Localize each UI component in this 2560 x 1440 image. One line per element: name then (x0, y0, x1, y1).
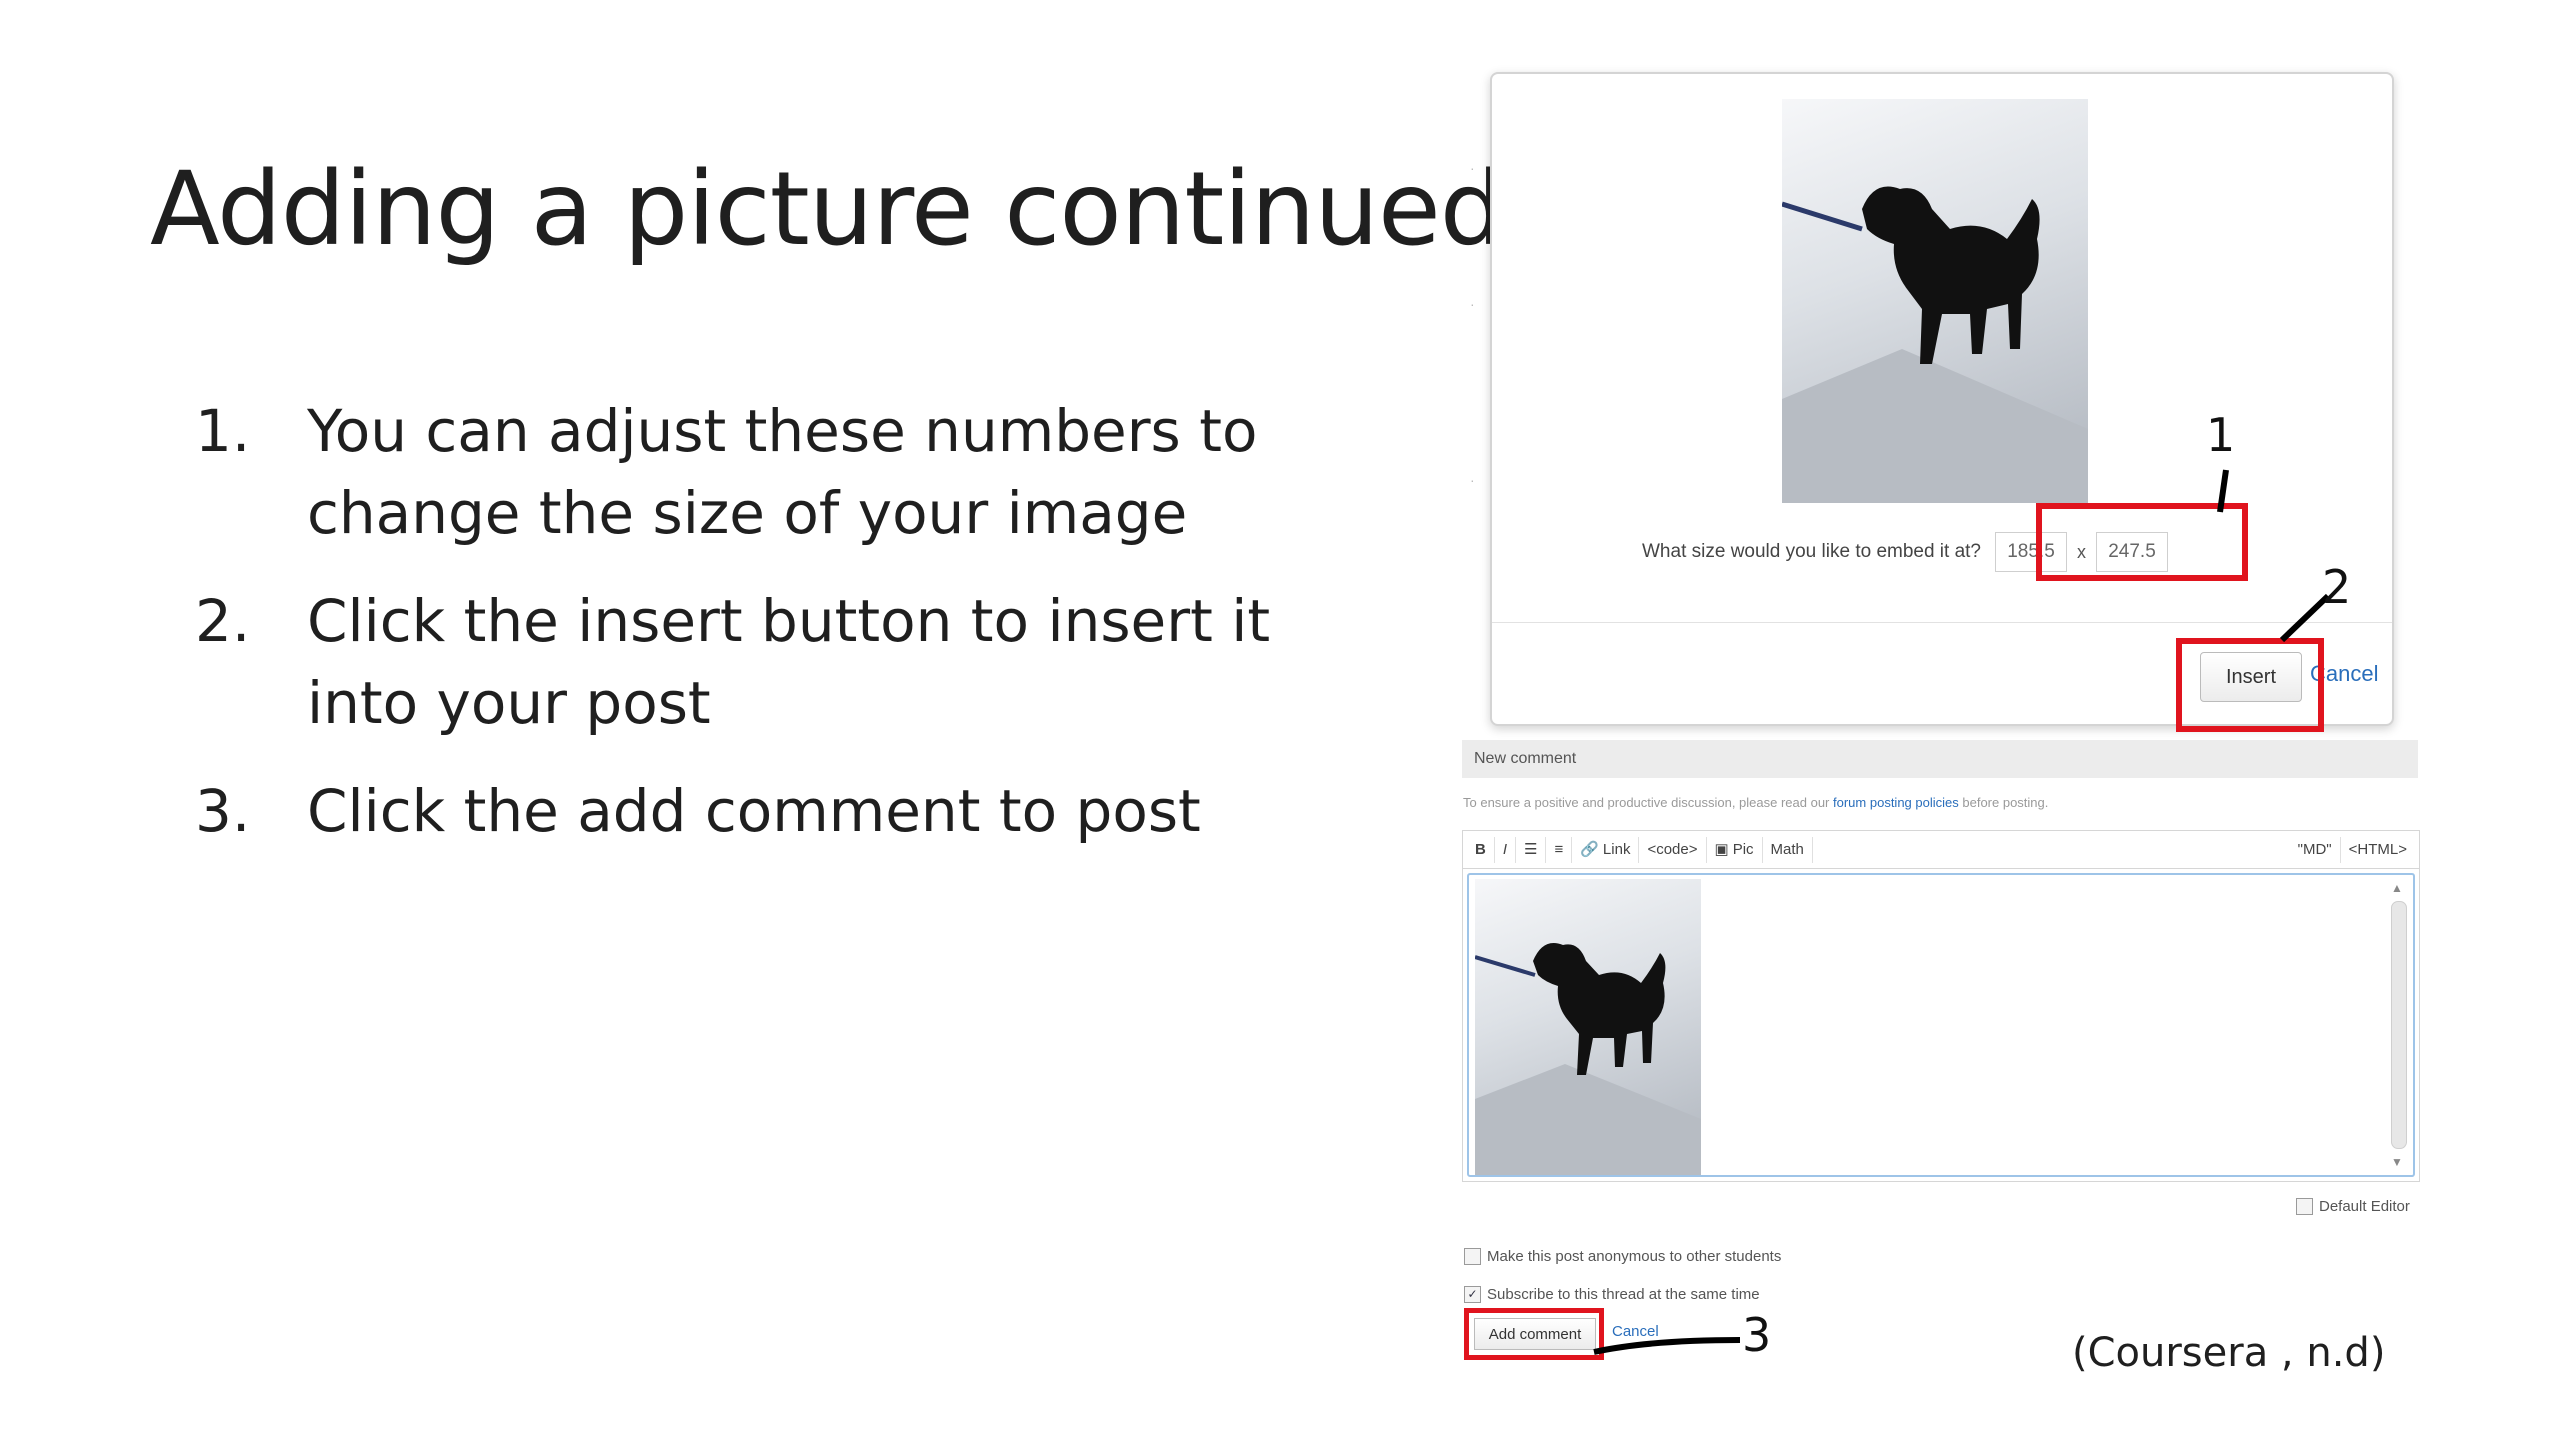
subscribe-label: Subscribe to this thread at the same tim… (1487, 1286, 1760, 1303)
anonymous-option[interactable]: Make this post anonymous to other studen… (1464, 1248, 1781, 1265)
numbered-list-icon[interactable]: ≡ (1546, 836, 1573, 863)
step-number: 2. (195, 587, 251, 655)
italic-button[interactable]: I (1495, 836, 1517, 863)
editor-scrollbar[interactable]: ▲ ▼ (2387, 881, 2409, 1169)
editor-toolbar: B I ☰ ≡ 🔗 Link <code> ▣ Pic Math "MD" <HTM… (1463, 831, 2419, 869)
slide-title: Adding a picture continued (150, 150, 1504, 269)
link-button[interactable]: 🔗 Link (1572, 836, 1640, 863)
callout-number-3: 3 (1742, 1308, 1772, 1362)
posting-policy-note: To ensure a positive and productive disc… (1463, 795, 2048, 810)
dog-silhouette-icon (1475, 943, 1701, 1175)
bold-button[interactable]: B (1467, 836, 1495, 863)
citation: (Coursera , n.d) (2072, 1330, 2386, 1376)
comment-editor: B I ☰ ≡ 🔗 Link <code> ▣ Pic Math "MD" <HTM… (1462, 830, 2420, 1182)
code-button[interactable]: <code> (1639, 836, 1707, 863)
policy-text-after: before posting. (1962, 795, 2049, 810)
subscribe-option[interactable]: ✓ Subscribe to this thread at the same t… (1464, 1286, 1760, 1303)
default-editor-label: Default Editor (2319, 1198, 2410, 1215)
math-button[interactable]: Math (1763, 836, 1813, 863)
policy-text-before: To ensure a positive and productive disc… (1463, 795, 1830, 810)
editor-content-area[interactable]: ▲ ▼ (1467, 873, 2415, 1177)
pic-button[interactable]: ▣ Pic (1707, 836, 1763, 863)
subscribe-checkbox[interactable]: ✓ (1464, 1286, 1481, 1303)
callout-number-1: 1 (2206, 408, 2236, 462)
instruction-step: 1. You can adjust these numbers to chang… (195, 390, 1295, 554)
callout-number-2: 2 (2322, 560, 2352, 614)
dog-silhouette-icon (1782, 186, 2088, 503)
markdown-toggle[interactable]: "MD" (2290, 836, 2341, 863)
scroll-down-icon[interactable]: ▼ (2391, 1155, 2403, 1169)
add-comment-button[interactable]: Add comment (1474, 1318, 1596, 1350)
new-comment-header: New comment (1462, 740, 2418, 778)
insert-highlight-box (2176, 638, 2324, 732)
image-size-dialog: What size would you like to embed it at?… (1490, 72, 2394, 726)
step-text: You can adjust these numbers to change t… (307, 397, 1258, 547)
step-number: 3. (195, 777, 251, 845)
background-page-edge: · · · (1470, 160, 1475, 488)
default-editor-option[interactable]: Default Editor (2296, 1198, 2410, 1215)
link-label: Link (1602, 840, 1631, 858)
scroll-up-icon[interactable]: ▲ (2391, 881, 2403, 895)
forum-posting-policies-link[interactable]: forum posting policies (1833, 795, 1959, 810)
pic-label: Pic (1732, 840, 1754, 858)
step-text: Click the add comment to post (307, 777, 1201, 845)
dog-photo-preview (1782, 99, 2088, 503)
embedded-dog-photo (1475, 879, 1701, 1175)
instruction-list: 1. You can adjust these numbers to chang… (195, 390, 1295, 878)
instruction-step: 3. Click the add comment to post (195, 770, 1295, 852)
default-editor-checkbox[interactable] (2296, 1198, 2313, 1215)
link-icon: 🔗 (1580, 840, 1599, 858)
size-prompt: What size would you like to embed it at? (1642, 541, 1982, 562)
html-toggle[interactable]: <HTML> (2341, 837, 2415, 863)
bullet-list-icon[interactable]: ☰ (1516, 836, 1547, 863)
step-number: 1. (195, 397, 251, 465)
comment-cancel-link[interactable]: Cancel (1612, 1323, 1659, 1340)
size-highlight-box (2036, 503, 2248, 581)
step-text: Click the insert button to insert it int… (307, 587, 1271, 737)
anonymous-checkbox[interactable] (1464, 1248, 1481, 1265)
scroll-thumb[interactable] (2391, 901, 2407, 1149)
dialog-divider (1492, 622, 2392, 623)
instruction-step: 2. Click the insert button to insert it … (195, 580, 1295, 744)
picture-icon: ▣ (1714, 840, 1729, 858)
anonymous-label: Make this post anonymous to other studen… (1487, 1248, 1782, 1265)
